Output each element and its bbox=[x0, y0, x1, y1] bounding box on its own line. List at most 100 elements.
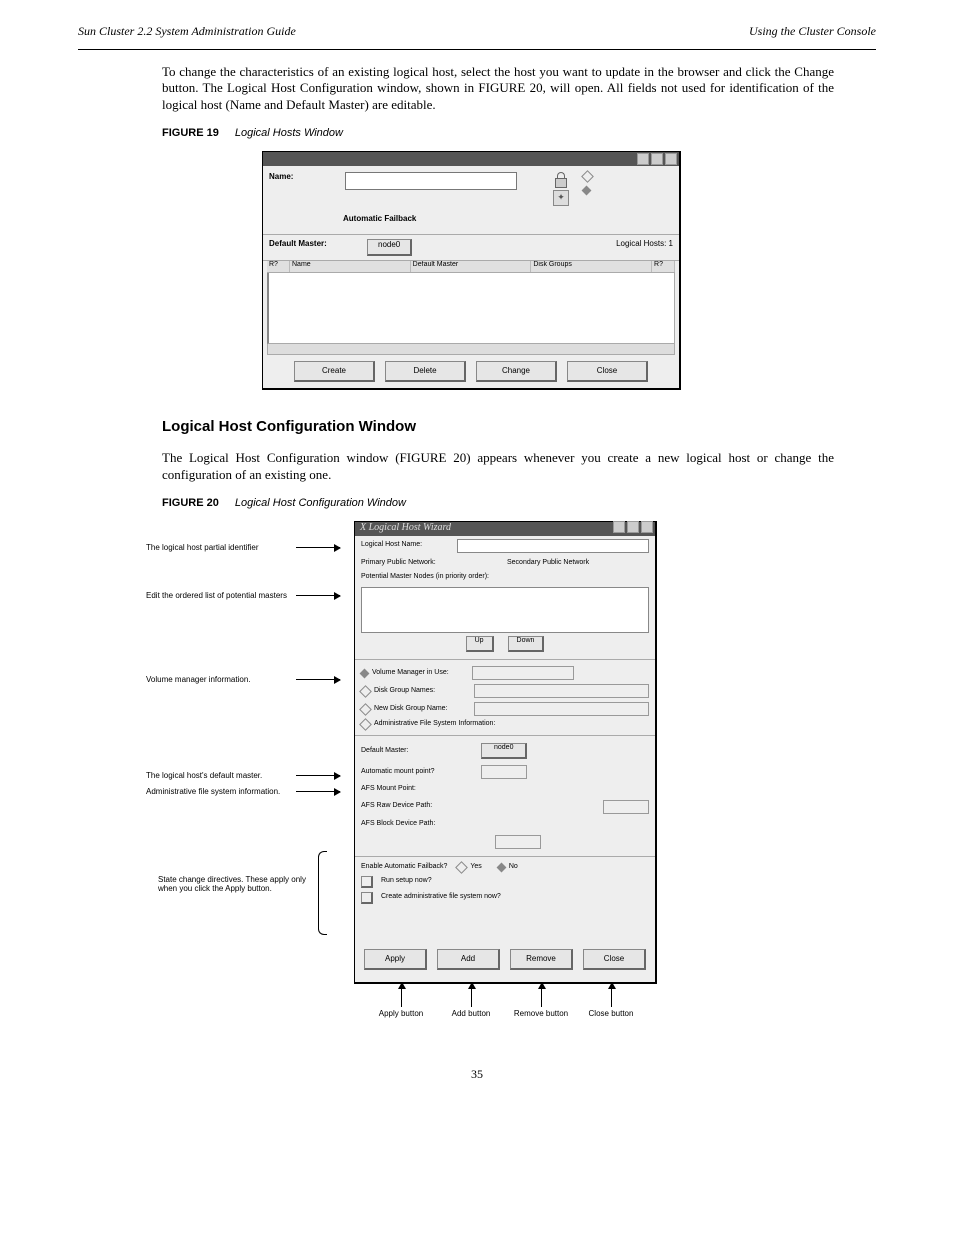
figure19: Name: ✦ Automatic Failback Default Maste… bbox=[262, 151, 834, 390]
delete-button[interactable]: Delete bbox=[385, 361, 466, 382]
running-head-right: Using the Cluster Console bbox=[749, 24, 876, 39]
list-area[interactable] bbox=[267, 273, 675, 344]
add-button[interactable]: Add bbox=[437, 949, 500, 970]
default-master-menu[interactable]: node0 bbox=[481, 743, 527, 759]
arrow-right-icon bbox=[296, 791, 340, 792]
close-button[interactable]: Close bbox=[567, 361, 648, 382]
logical-host-name-input[interactable] bbox=[457, 539, 649, 553]
auto-failback-label: Enable Automatic Failback? bbox=[361, 863, 447, 872]
minimize-icon[interactable] bbox=[637, 153, 649, 165]
radio-icon[interactable] bbox=[359, 685, 372, 698]
potential-masters-list[interactable] bbox=[361, 587, 649, 633]
minimize-icon[interactable] bbox=[613, 521, 625, 533]
list-header: R? Name Default Master Disk Groups R? bbox=[267, 261, 675, 273]
paragraph-section: The Logical Host Configuration window (F… bbox=[162, 450, 834, 483]
apply-button[interactable]: Apply bbox=[364, 949, 427, 970]
checkbox-icon[interactable] bbox=[361, 876, 373, 888]
arrow-up-icon bbox=[401, 983, 402, 1007]
scrollbar-horizontal[interactable] bbox=[267, 344, 675, 355]
no-label: No bbox=[509, 863, 518, 872]
col-name: Name bbox=[290, 261, 411, 272]
nav-down-icon[interactable] bbox=[582, 185, 592, 195]
arrow-right-icon bbox=[296, 679, 340, 680]
col-r1: R? bbox=[267, 261, 290, 272]
close-icon[interactable] bbox=[641, 521, 653, 533]
running-head-left: Sun Cluster 2.2 System Administration Gu… bbox=[78, 24, 296, 39]
checkbox-icon[interactable] bbox=[361, 892, 373, 904]
arrow-right-icon bbox=[296, 547, 340, 548]
secondary-network-label: Secondary Public Network bbox=[507, 559, 589, 568]
page-number: 35 bbox=[0, 1067, 954, 1082]
disk-group-field[interactable] bbox=[474, 684, 649, 698]
new-disk-group-field[interactable] bbox=[474, 702, 649, 716]
callout-masters: Edit the ordered list of potential maste… bbox=[146, 591, 292, 600]
default-master-label: Default Master: bbox=[361, 747, 477, 756]
new-disk-group-label: New Disk Group Name: bbox=[374, 705, 470, 714]
automount-field[interactable] bbox=[481, 765, 527, 779]
section-title: Logical Host Configuration Window bbox=[162, 418, 834, 437]
afs-mount-label: AFS Mount Point: bbox=[361, 785, 477, 794]
figure20: The logical host partial identifier Edit… bbox=[302, 521, 834, 1011]
close-button[interactable]: Close bbox=[583, 949, 646, 970]
figure20-label: FIGURE 20 bbox=[162, 497, 219, 511]
afs-raw-field[interactable] bbox=[603, 800, 649, 814]
logical-hosts-window: Name: ✦ Automatic Failback Default Maste… bbox=[262, 151, 681, 390]
arrow-up-icon bbox=[611, 983, 612, 1007]
callout-remove: Remove button bbox=[508, 1009, 574, 1019]
name-label: Name: bbox=[269, 172, 339, 182]
callout-close: Close button bbox=[578, 1009, 644, 1019]
run-setup-label: Run setup now? bbox=[381, 877, 432, 886]
header-rule bbox=[78, 49, 876, 50]
callout-state-directives: State change directives. These apply onl… bbox=[158, 875, 308, 893]
logical-host-name-label: Logical Host Name: bbox=[361, 541, 453, 550]
auto-failback-label: Automatic Failback bbox=[343, 214, 416, 223]
figure19-label: FIGURE 19 bbox=[162, 127, 219, 141]
change-button[interactable]: Change bbox=[476, 361, 557, 382]
move-up-button[interactable]: Up bbox=[466, 636, 494, 652]
maximize-icon[interactable] bbox=[627, 521, 639, 533]
col-disk-groups: Disk Groups bbox=[531, 261, 652, 272]
afs-block-field[interactable] bbox=[495, 835, 541, 849]
arrow-right-icon bbox=[296, 775, 340, 776]
maximize-icon[interactable] bbox=[651, 153, 663, 165]
radio-icon[interactable] bbox=[360, 668, 370, 678]
arrow-up-icon bbox=[471, 983, 472, 1007]
titlebar: X Logical Host Wizard bbox=[355, 522, 655, 536]
nav-up-icon[interactable] bbox=[581, 170, 594, 183]
paragraph-intro: To change the characteristics of an exis… bbox=[162, 64, 834, 113]
window-title: X Logical Host Wizard bbox=[357, 522, 451, 535]
col-default-master: Default Master bbox=[411, 261, 532, 272]
yes-label: Yes bbox=[470, 863, 481, 872]
star-icon[interactable]: ✦ bbox=[553, 190, 569, 206]
radio-no-icon[interactable] bbox=[496, 862, 506, 872]
primary-network-label: Primary Public Network: bbox=[361, 559, 436, 568]
callout-identifier: The logical host partial identifier bbox=[146, 543, 292, 552]
volume-manager-field[interactable] bbox=[472, 666, 574, 680]
logical-hosts-count: Logical Hosts: 1 bbox=[616, 239, 673, 256]
remove-button[interactable]: Remove bbox=[510, 949, 573, 970]
default-master-label: Default Master: bbox=[269, 239, 355, 256]
radio-icon[interactable] bbox=[359, 718, 372, 731]
figure19-title: Logical Hosts Window bbox=[235, 127, 343, 141]
callouts-left: The logical host partial identifier Edit… bbox=[146, 521, 356, 981]
logical-host-config-window: X Logical Host Wizard Logical Host Name:… bbox=[354, 521, 657, 984]
create-afs-label: Create administrative file system now? bbox=[381, 893, 501, 902]
callout-apply: Apply button bbox=[368, 1009, 434, 1019]
radio-yes-icon[interactable] bbox=[456, 861, 469, 874]
arrow-up-icon bbox=[541, 983, 542, 1007]
afs-raw-label: AFS Raw Device Path: bbox=[361, 802, 477, 811]
brace-icon bbox=[318, 851, 327, 935]
create-button[interactable]: Create bbox=[294, 361, 375, 382]
lock-icon[interactable] bbox=[554, 172, 568, 188]
callout-add: Add button bbox=[438, 1009, 504, 1019]
figure20-title: Logical Host Configuration Window bbox=[235, 497, 406, 511]
disk-group-label: Disk Group Names: bbox=[374, 687, 470, 696]
close-icon[interactable] bbox=[665, 153, 677, 165]
radio-icon[interactable] bbox=[359, 703, 372, 716]
move-down-button[interactable]: Down bbox=[508, 636, 545, 652]
default-master-menu[interactable]: node0 bbox=[367, 239, 412, 256]
name-input[interactable] bbox=[345, 172, 517, 190]
arrow-right-icon bbox=[296, 595, 340, 596]
callout-afs: Administrative file system information. bbox=[146, 787, 292, 796]
callout-default-master: The logical host's default master. bbox=[146, 771, 292, 780]
